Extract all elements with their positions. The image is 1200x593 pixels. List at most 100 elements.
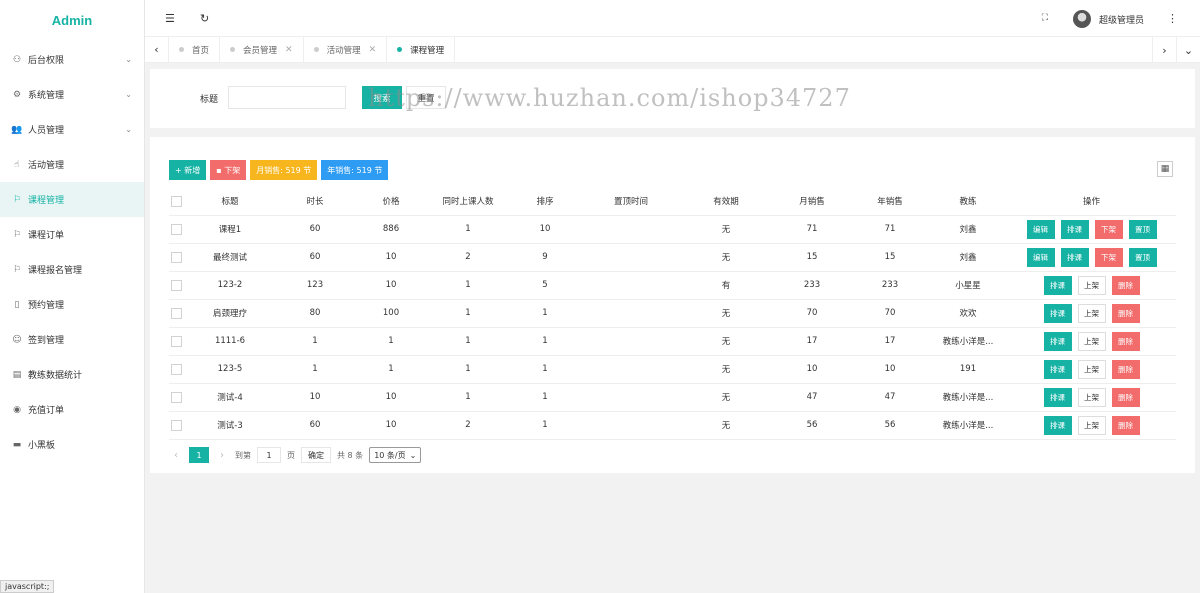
row-action-button[interactable]: 置顶 [1128, 247, 1157, 267]
actions-cell: 编辑 排课 下架 置顶 [1007, 215, 1176, 244]
row-action-button[interactable]: 排课 [1043, 415, 1072, 435]
tabs-scroll-left-icon[interactable]: ‹ [145, 36, 169, 63]
goto-page-input[interactable]: 1 [257, 447, 281, 463]
refresh-icon[interactable]: ↻ [200, 0, 209, 37]
row-checkbox[interactable] [170, 223, 182, 235]
row-action-button[interactable]: 删除 [1111, 331, 1140, 351]
row-action-button[interactable]: 排课 [1060, 247, 1089, 267]
actions-cell: 排课 上架 删除 [1007, 411, 1176, 440]
page-tab-2[interactable]: 活动管理 ✕ [304, 36, 388, 63]
table-cell [583, 411, 679, 440]
sidebar-item-1[interactable]: ⚙ 系统管理 ⌄ [0, 77, 144, 112]
row-action-button[interactable]: 删除 [1111, 303, 1140, 323]
row-checkbox[interactable] [170, 391, 182, 403]
row-action-button[interactable]: 置顶 [1128, 219, 1157, 239]
user-menu[interactable]: 超级管理员 [1072, 9, 1144, 29]
avatar [1072, 10, 1091, 28]
table-cell: 60 [277, 243, 353, 272]
row-action-button[interactable]: 排课 [1043, 331, 1072, 351]
row-action-button[interactable]: 删除 [1111, 275, 1140, 295]
sidebar-item-label: 后台权限 [28, 56, 65, 66]
select-all-checkbox[interactable] [170, 195, 182, 207]
table-row: 课程1 60 886 1 10 无 71 71 刘鑫 编辑 排课 下架 置顶 [169, 215, 1176, 244]
row-checkbox[interactable] [170, 419, 182, 431]
page-tab-3[interactable]: 课程管理 [387, 36, 456, 63]
offshelf-button[interactable]: ▪ 下架 [210, 160, 247, 180]
page-size-select[interactable]: 10 条/页 ⌄ [369, 447, 422, 463]
next-page-icon[interactable]: › [215, 450, 229, 461]
menu-toggle-icon[interactable]: ☰ [165, 0, 175, 37]
sidebar-item-7[interactable]: ▯ 预约管理 [0, 287, 144, 322]
row-action-button[interactable]: 删除 [1111, 415, 1140, 435]
row-action-button[interactable]: 编辑 [1026, 219, 1055, 239]
actions-cell: 排课 上架 删除 [1007, 299, 1176, 328]
page-tab-0[interactable]: 首页 [169, 36, 221, 63]
add-button[interactable]: + 新增 [169, 160, 207, 180]
table-cell: 无 [679, 383, 773, 412]
title-filter-input[interactable] [228, 86, 346, 109]
page-tab-1[interactable]: 会员管理 ✕ [220, 36, 304, 63]
sidebar-item-2[interactable]: 👥 人员管理 ⌄ [0, 112, 144, 147]
course-table: 标题 时长 价格 同时上课人数 排序 置顶时间 有效期 月销售 年销售 教练 操作 课程1 60 886… [169, 188, 1176, 440]
sidebar-item-3[interactable]: ☝ 活动管理 [0, 147, 144, 182]
goto-confirm-button[interactable]: 确定 [301, 447, 331, 463]
row-action-button[interactable]: 删除 [1111, 387, 1140, 407]
tab-dot-icon [313, 47, 319, 52]
column-header: 价格 [353, 188, 429, 216]
columns-filter-icon[interactable]: ▦ [1157, 161, 1173, 177]
prev-page-icon[interactable]: ‹ [169, 450, 183, 461]
sidebar-item-8[interactable]: ☺ 签到管理 [0, 322, 144, 357]
row-action-button[interactable]: 排课 [1043, 387, 1072, 407]
table-cell: 无 [679, 411, 773, 440]
row-action-button[interactable]: 下架 [1094, 247, 1123, 267]
table-cell: 测试-3 [183, 411, 277, 440]
row-action-button[interactable]: 上架 [1077, 387, 1106, 407]
user-name: 超级管理员 [1098, 15, 1144, 26]
sidebar-item-4[interactable]: ⚐ 课程管理 [0, 182, 144, 217]
row-action-button[interactable]: 上架 [1077, 275, 1106, 295]
row-action-button[interactable]: 排课 [1060, 219, 1089, 239]
row-action-button[interactable]: 上架 [1077, 331, 1106, 351]
sidebar-item-10[interactable]: ◉ 充值订单 [0, 392, 144, 427]
row-checkbox[interactable] [170, 363, 182, 375]
column-header: 同时上课人数 [429, 188, 507, 216]
sidebar-item-6[interactable]: ⚐ 课程报名管理 [0, 252, 144, 287]
table-cell: 233 [773, 271, 851, 300]
sidebar-item-11[interactable]: ▬ 小黑板 [0, 427, 144, 462]
row-action-button[interactable]: 上架 [1077, 415, 1106, 435]
row-action-button[interactable]: 排课 [1043, 275, 1072, 295]
table-cell: 2 [429, 411, 507, 440]
table-cell: 70 [851, 299, 929, 328]
sidebar-item-5[interactable]: ⚐ 课程订单 [0, 217, 144, 252]
table-cell: 56 [851, 411, 929, 440]
pagination: ‹ 1 › 到第 1 页 确定 共 8 条 10 条/页 ⌄ [169, 447, 422, 463]
more-vertical-icon[interactable]: ⋮ [1167, 0, 1178, 37]
column-header: 有效期 [679, 188, 773, 216]
row-checkbox[interactable] [170, 335, 182, 347]
row-action-button[interactable]: 排课 [1043, 303, 1072, 323]
tab-dot-icon [179, 47, 184, 52]
fullscreen-icon[interactable]: ⛶ [1042, 0, 1048, 37]
column-header: 时长 [277, 188, 353, 216]
sidebar-item-9[interactable]: ▤ 教练数据统计 [0, 357, 144, 392]
row-checkbox[interactable] [170, 279, 182, 291]
row-checkbox[interactable] [170, 307, 182, 319]
table-cell: 60 [277, 215, 353, 244]
row-checkbox[interactable] [170, 251, 182, 263]
row-action-button[interactable]: 下架 [1094, 219, 1123, 239]
row-action-button[interactable]: 上架 [1077, 303, 1106, 323]
tabs-dropdown-icon[interactable]: ⌄ [1176, 37, 1200, 63]
course-table-card: + 新增 ▪ 下架 月销售: 519 节 年销售: 519 节 ▦ 标题 时长 价格… [150, 137, 1195, 473]
table-cell: 课程1 [183, 215, 277, 244]
close-icon[interactable]: ✕ [369, 45, 377, 55]
current-page[interactable]: 1 [189, 447, 209, 463]
row-action-button[interactable]: 排课 [1043, 359, 1072, 379]
sidebar-item-0[interactable]: ⚇ 后台权限 ⌄ [0, 42, 144, 77]
tabs-scroll-right-icon[interactable]: › [1152, 37, 1176, 63]
row-action-button[interactable]: 删除 [1111, 359, 1140, 379]
close-icon[interactable]: ✕ [285, 45, 293, 55]
table-cell: 10 [353, 271, 429, 300]
row-action-button[interactable]: 上架 [1077, 359, 1106, 379]
row-action-button[interactable]: 编辑 [1026, 247, 1055, 267]
table-cell: 191 [929, 355, 1007, 384]
